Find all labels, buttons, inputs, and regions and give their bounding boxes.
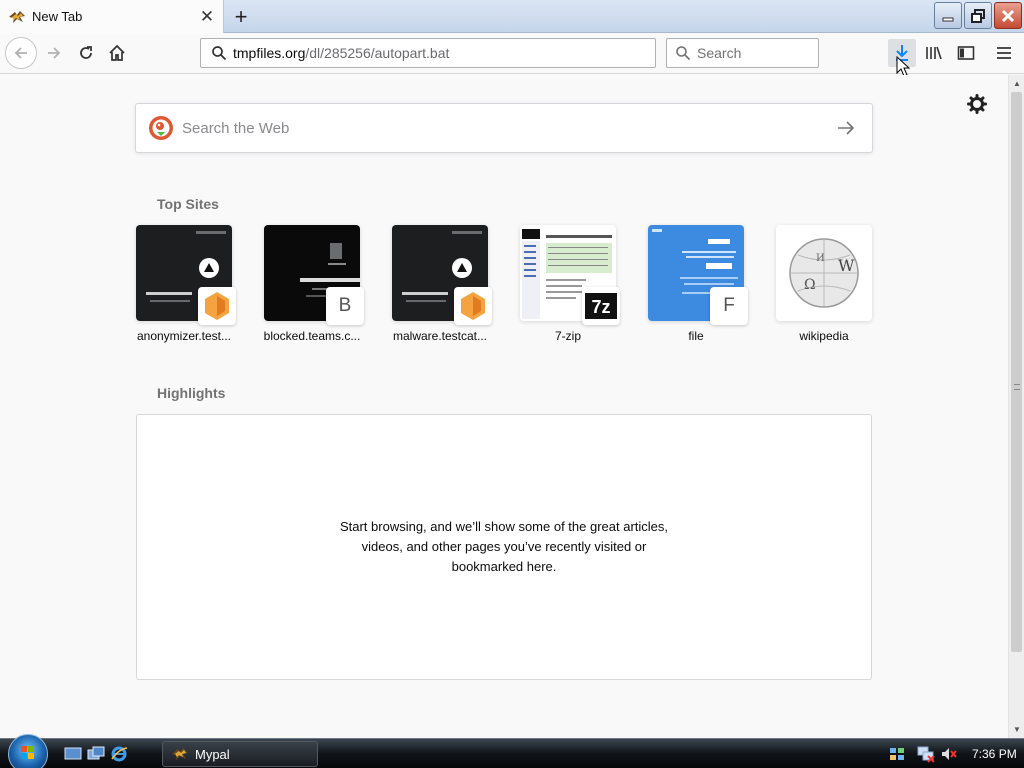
- windows-taskbar: Mypal 7:36 PM: [0, 734, 1024, 768]
- top-site-label: wikipedia: [799, 329, 849, 343]
- site-favicon-icon: 7z: [582, 287, 620, 325]
- start-button[interactable]: [8, 734, 48, 768]
- tile-thumbnail: 7z: [520, 225, 620, 325]
- vertical-scrollbar[interactable]: ▲ ▼: [1008, 75, 1024, 738]
- taskbar-mypal-item[interactable]: Mypal: [162, 741, 318, 767]
- svg-text:И: И: [816, 253, 825, 264]
- svg-text:W: W: [838, 256, 855, 275]
- tile-thumbnail: F: [648, 225, 748, 325]
- site-favicon-icon: [454, 287, 492, 325]
- scroll-up-icon[interactable]: ▲: [1013, 79, 1021, 88]
- taskbar-app-label: Mypal: [195, 746, 230, 762]
- top-sites-heading: Top Sites: [157, 196, 219, 212]
- search-bar[interactable]: [666, 38, 819, 68]
- svg-text:Ω: Ω: [804, 277, 816, 293]
- scroll-down-icon[interactable]: ▼: [1013, 725, 1021, 734]
- close-window-button[interactable]: [994, 2, 1022, 29]
- top-site-label: anonymizer.test...: [136, 329, 232, 343]
- top-site-tile[interactable]: W Ω И wikipedia: [776, 225, 872, 343]
- top-site-label: malware.testcat...: [392, 329, 488, 343]
- show-desktop-icon[interactable]: [63, 744, 83, 764]
- forward-arrow-icon: [48, 47, 61, 59]
- search-icon: [669, 45, 697, 61]
- top-site-label: file: [688, 329, 704, 343]
- site-letter-badge: B: [326, 287, 364, 325]
- network-disconnected-icon[interactable]: [916, 745, 936, 763]
- url-bar[interactable]: tmpfiles.org/dl/285256/autopart.bat: [200, 38, 656, 68]
- highlights-empty-text: Start browsing, and we’ll show some of t…: [339, 519, 669, 574]
- tab-new-tab[interactable]: New Tab ✕: [0, 0, 224, 33]
- navigation-toolbar: tmpfiles.org/dl/285256/autopart.bat: [0, 34, 1024, 74]
- home-icon: [109, 44, 125, 61]
- taskbar-clock[interactable]: 7:36 PM: [972, 747, 1017, 761]
- url-path: /dl/285256/autopart.bat: [305, 45, 450, 61]
- web-search-input[interactable]: [182, 119, 828, 137]
- hamburger-menu-icon: [997, 47, 1011, 59]
- duckduckgo-icon: [149, 116, 173, 140]
- network-status-icon[interactable]: [888, 745, 906, 763]
- reload-button[interactable]: [72, 39, 100, 67]
- url-host: tmpfiles.org: [233, 45, 306, 61]
- internet-explorer-icon[interactable]: [109, 744, 129, 764]
- new-tab-page: Top Sites anonymizer.test...: [0, 75, 1008, 738]
- wikipedia-globe-icon: W Ω И: [789, 238, 859, 308]
- tile-thumbnail: B: [264, 225, 364, 325]
- search-icon: [205, 45, 233, 61]
- reload-icon: [80, 46, 92, 59]
- mypal-app-icon: [8, 9, 26, 25]
- site-letter-badge: F: [710, 287, 748, 325]
- back-arrow-icon: [14, 47, 27, 59]
- tile-thumbnail: W Ω И: [776, 225, 872, 321]
- site-letter-badge: 7z: [591, 297, 610, 317]
- title-bar: New Tab ✕ +: [0, 0, 1024, 33]
- top-site-label: blocked.teams.c...: [263, 329, 361, 343]
- mypal-app-icon: [172, 748, 188, 760]
- web-search-box[interactable]: [135, 103, 873, 153]
- system-tray: 7:36 PM: [888, 741, 1024, 767]
- top-site-tile[interactable]: anonymizer.test...: [136, 225, 236, 343]
- tile-thumbnail: [392, 225, 492, 325]
- site-favicon-icon: [198, 287, 236, 325]
- tile-thumbnail: [136, 225, 236, 325]
- top-site-tile[interactable]: B blocked.teams.c...: [264, 225, 364, 343]
- windows-logo-icon: [21, 746, 34, 759]
- forward-button[interactable]: [40, 39, 68, 67]
- menu-button[interactable]: [990, 39, 1018, 67]
- sidebar-button[interactable]: [952, 39, 980, 67]
- home-button[interactable]: [103, 39, 131, 67]
- library-button[interactable]: [920, 39, 948, 67]
- minimize-button[interactable]: [934, 2, 962, 29]
- top-site-tile[interactable]: 7z 7-zip: [520, 225, 620, 343]
- top-site-tile[interactable]: F file: [648, 225, 748, 343]
- top-site-tile[interactable]: malware.testcat...: [392, 225, 492, 343]
- library-icon: [926, 46, 942, 60]
- gear-icon[interactable]: [967, 94, 987, 114]
- switch-windows-icon[interactable]: [86, 744, 106, 764]
- search-input[interactable]: [697, 45, 807, 61]
- scrollbar-thumb[interactable]: [1011, 92, 1022, 652]
- back-button[interactable]: [5, 37, 37, 69]
- sidebar-icon: [957, 46, 975, 60]
- highlights-heading: Highlights: [157, 385, 226, 401]
- highlights-empty-state: Start browsing, and we’ll show some of t…: [136, 414, 872, 680]
- restore-button[interactable]: [964, 2, 992, 29]
- tab-title: New Tab: [32, 9, 83, 24]
- tab-close-icon[interactable]: ✕: [195, 5, 219, 29]
- top-site-label: 7-zip: [554, 329, 581, 343]
- new-tab-button[interactable]: +: [228, 4, 254, 30]
- arrow-right-icon: [838, 121, 855, 135]
- volume-muted-icon[interactable]: [940, 745, 958, 763]
- search-go-button[interactable]: [828, 110, 864, 146]
